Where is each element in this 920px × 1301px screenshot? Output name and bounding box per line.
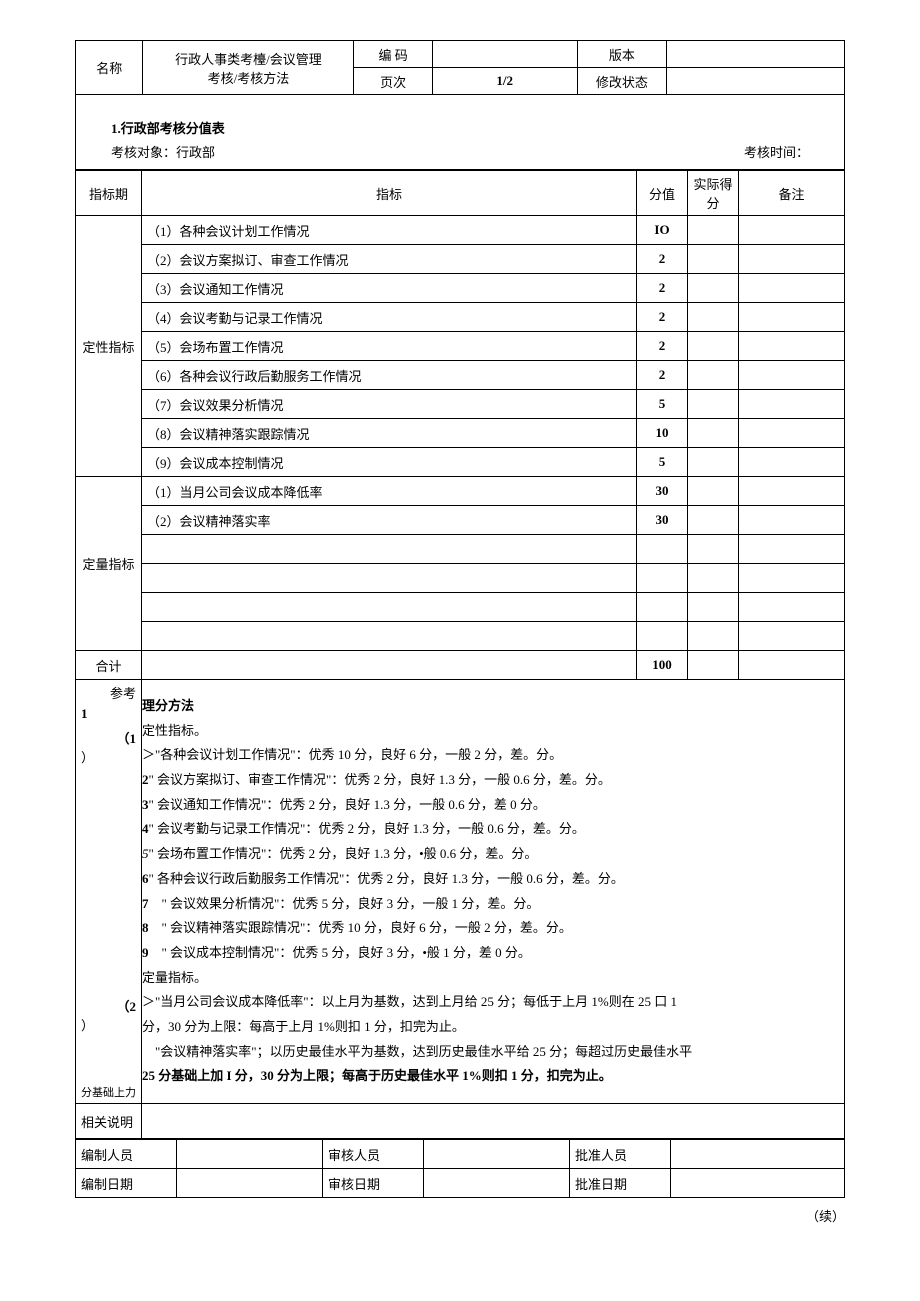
total-label: 合计: [76, 651, 142, 680]
col-score: 分值: [637, 171, 688, 216]
table-row: （8）会议精神落实跟踪情况: [142, 419, 637, 448]
approver-value: [671, 1140, 845, 1169]
table-row: （3）会议通知工作情况: [142, 274, 637, 303]
code-label: 编 码: [354, 41, 432, 68]
version-value: [667, 41, 845, 68]
notes-label: 相关说明: [76, 1104, 142, 1139]
approve-date-value: [671, 1169, 845, 1198]
score-cell: IO: [637, 216, 688, 245]
table-row: （7）会议效果分析情况: [142, 390, 637, 419]
mod-value: [667, 68, 845, 95]
col-indicator: 指标: [142, 171, 637, 216]
actual-cell: [688, 216, 739, 245]
assessment-time: 考核时间：: [744, 142, 809, 161]
header-table: 名称 行政人事类考檯/会议管理 考核/考核方法 编 码 版本 页次 1/2 修改…: [75, 40, 845, 95]
compiler-label: 编制人员: [76, 1140, 177, 1169]
table-row: （1）各种会议计划工作情况: [142, 216, 637, 245]
compile-date-label: 编制日期: [76, 1169, 177, 1198]
mod-label: 修改状态: [577, 68, 666, 95]
ref-marker-col: 参考 1 （1 ） （2 ） 分基础上力: [76, 680, 142, 1104]
total-score: 100: [637, 651, 688, 680]
doc-name: 行政人事类考檯/会议管理 考核/考核方法: [143, 41, 354, 95]
col-remark: 备注: [739, 171, 845, 216]
col-actual: 实际得分: [688, 171, 739, 216]
continued-marker: （续）: [75, 1198, 845, 1225]
score-table: 指标期 指标 分值 实际得分 备注 定性指标 （1）各种会议计划工作情况 IO …: [75, 170, 845, 1139]
qual-label: 定性指标: [76, 216, 142, 477]
approve-date-label: 批准日期: [570, 1169, 671, 1198]
review-date-value: [424, 1169, 570, 1198]
table-row: （5）会场布置工作情况: [142, 332, 637, 361]
method-text: 理分方法 定性指标。 ＞"各种会议计划工作情况"：优秀 10 分，良好 6 分，…: [142, 680, 845, 1104]
intro-block: 1.行政部考核分值表 考核对象：行政部 考核时间：: [75, 95, 845, 170]
approver-label: 批准人员: [570, 1140, 671, 1169]
compile-date-value: [177, 1169, 323, 1198]
footer-table: 编制人员 审核人员 批准人员 编制日期 审核日期 批准日期: [75, 1139, 845, 1198]
table-row: （6）各种会议行政后勤服务工作情况: [142, 361, 637, 390]
review-date-label: 审核日期: [323, 1169, 424, 1198]
remark-cell: [739, 216, 845, 245]
compiler-value: [177, 1140, 323, 1169]
code-value: [432, 41, 577, 68]
table-row: （2）会议方案拟订、审查工作情况: [142, 245, 637, 274]
page-value: 1/2: [432, 68, 577, 95]
assessment-target: 考核对象：行政部: [111, 142, 215, 161]
notes-cell: [142, 1104, 845, 1139]
reviewer-label: 审核人员: [323, 1140, 424, 1169]
table-row: （9）会议成本控制情况: [142, 448, 637, 477]
version-label: 版本: [577, 41, 666, 68]
table-row: （1）当月公司会议成本降低率: [142, 477, 637, 506]
name-label: 名称: [76, 41, 143, 95]
reviewer-value: [424, 1140, 570, 1169]
col-period: 指标期: [76, 171, 142, 216]
quant-label: 定量指标: [76, 477, 142, 651]
table-row: （4）会议考勤与记录工作情况: [142, 303, 637, 332]
section-title: 1.行政部考核分值表: [81, 98, 839, 142]
table-row: （2）会议精神落实率: [142, 506, 637, 535]
page-label: 页次: [354, 68, 432, 95]
